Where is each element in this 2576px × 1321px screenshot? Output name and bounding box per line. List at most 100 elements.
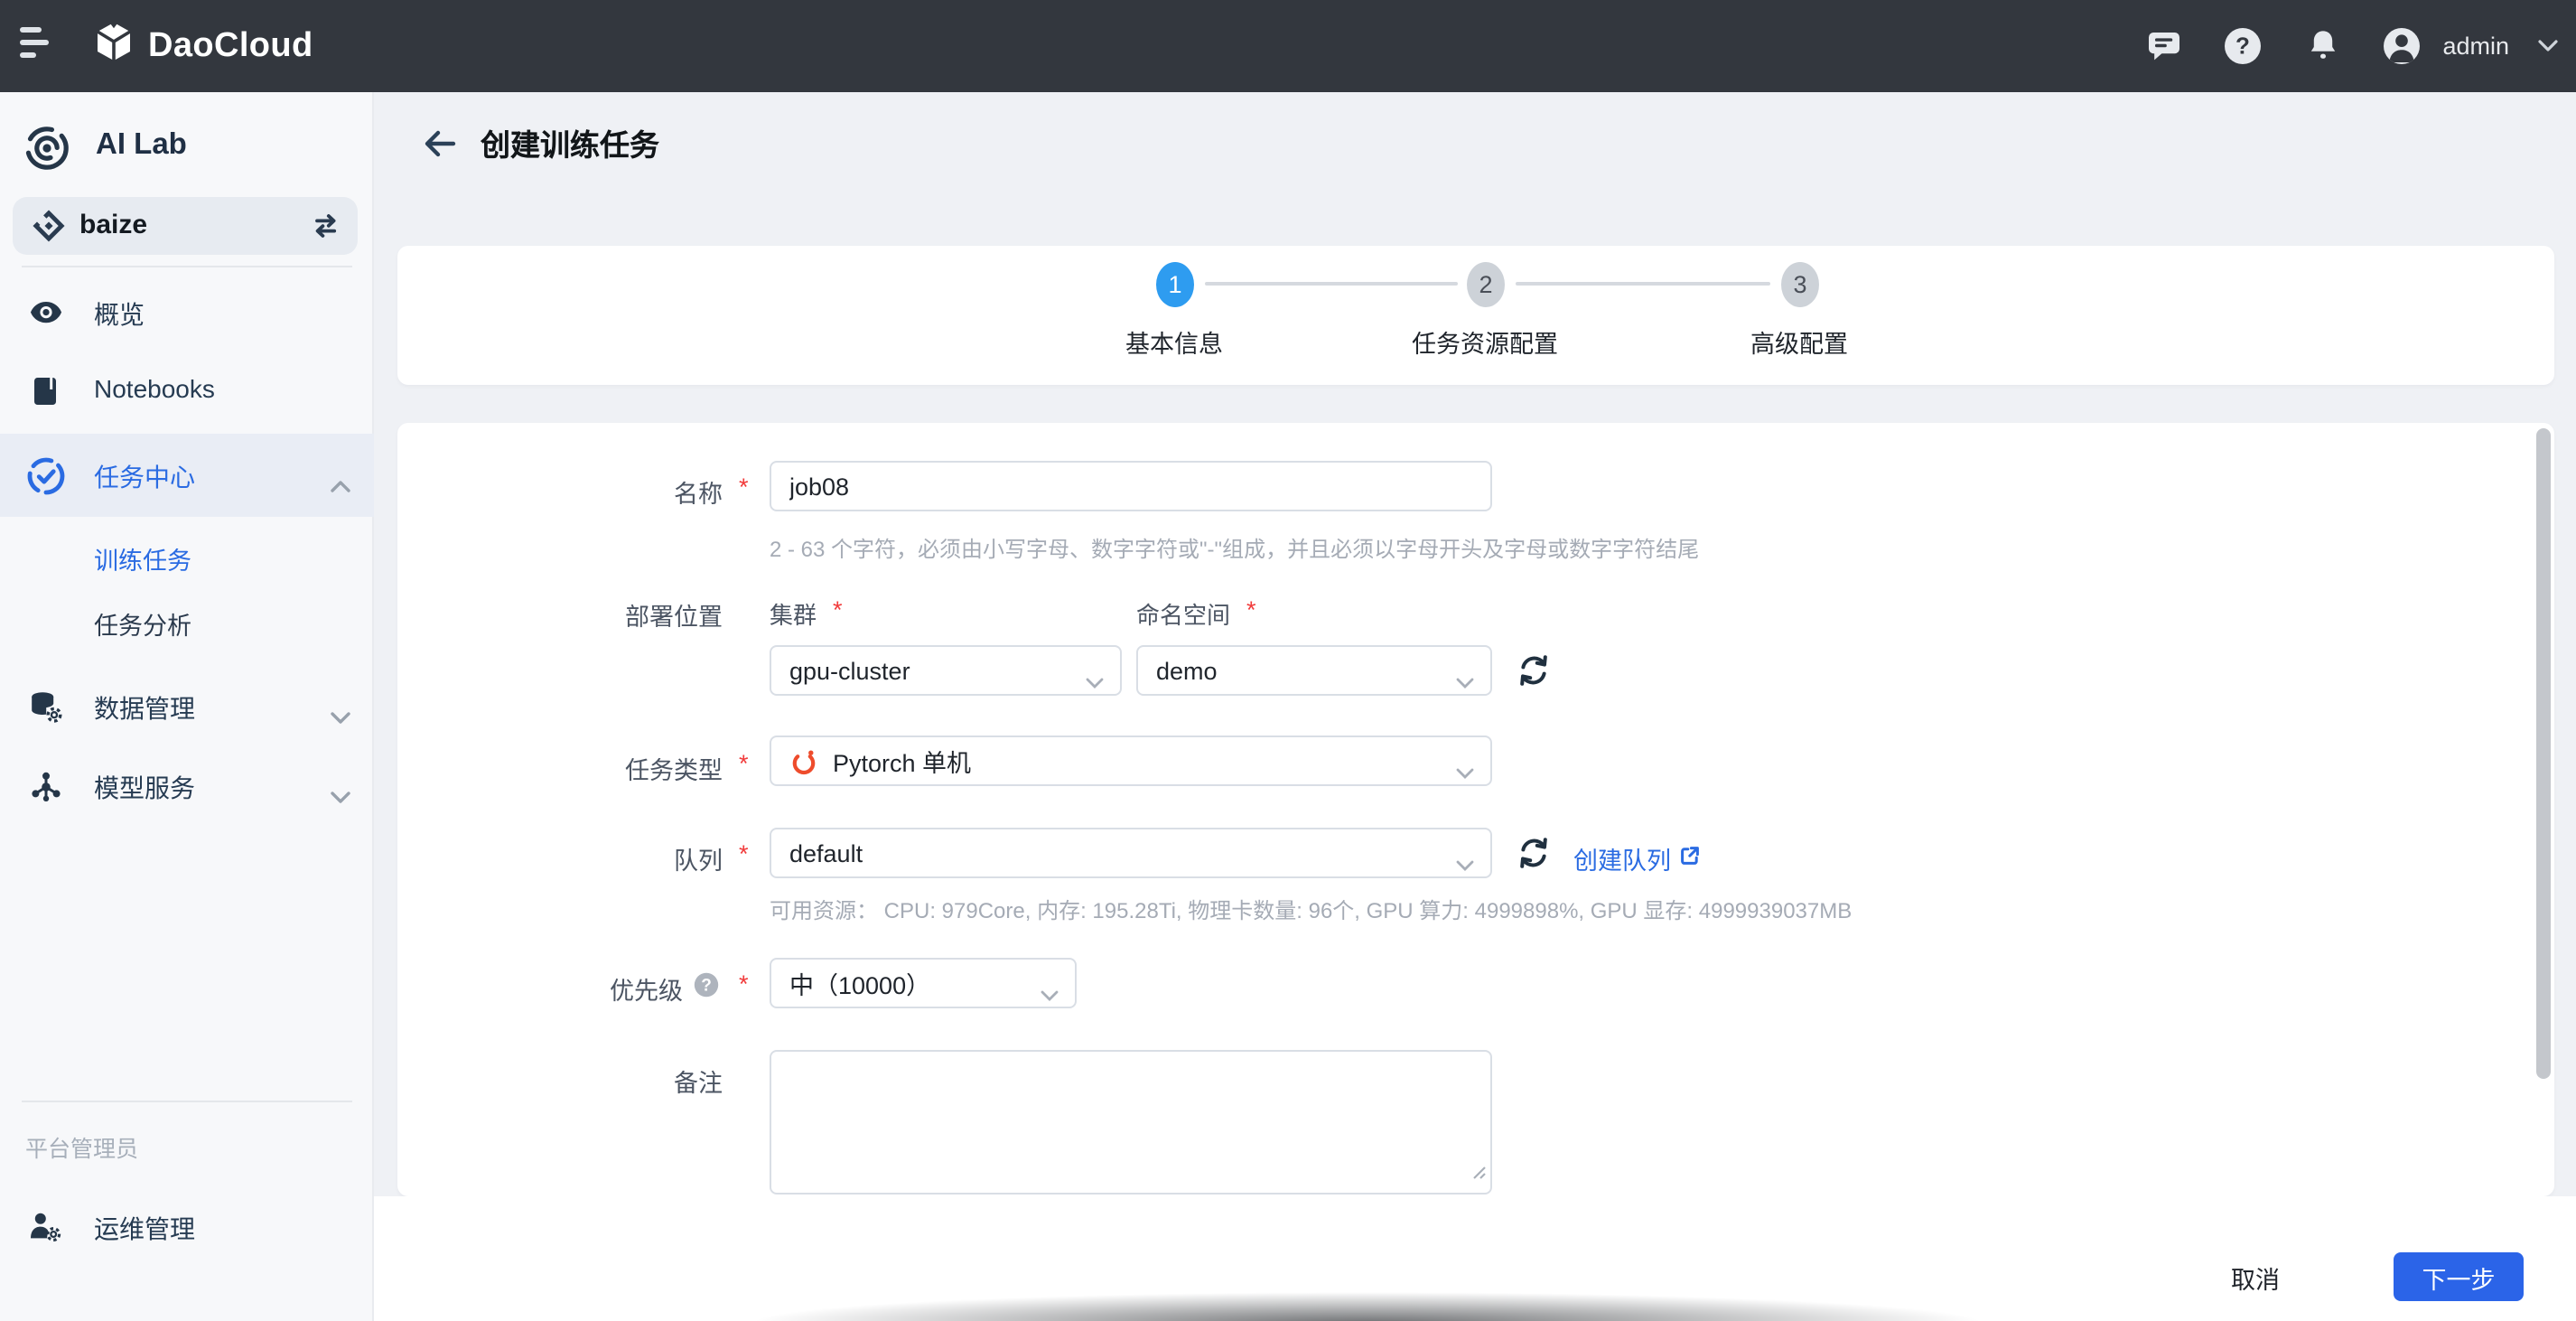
sidebar-divider — [22, 266, 352, 267]
job-type-select[interactable]: Pytorch 单机 — [770, 735, 1492, 786]
back-arrow-icon[interactable] — [419, 123, 459, 163]
select-chevron-icon — [1086, 667, 1104, 694]
eye-icon — [23, 291, 67, 334]
notifications-bell-icon[interactable] — [2303, 27, 2341, 65]
hamburger-menu-icon[interactable] — [20, 23, 60, 67]
sidebar-item-label: 数据管理 — [94, 690, 195, 726]
step-connector — [1205, 282, 1458, 286]
bottom-edge-shadow — [753, 1292, 1982, 1321]
workspace-icon — [33, 210, 65, 251]
sidebar-subitem-training-tasks[interactable]: 训练任务 — [0, 524, 374, 589]
sidebar-item-data-management[interactable]: 数据管理 — [0, 670, 374, 743]
user-gear-icon — [23, 1205, 67, 1249]
sidebar-subitem-task-analysis[interactable]: 任务分析 — [0, 589, 374, 654]
chevron-down-icon[interactable] — [331, 701, 350, 734]
svg-text:?: ? — [2235, 33, 2250, 60]
name-label: 名称 — [397, 473, 723, 510]
required-asterisk: * — [739, 473, 749, 501]
sidebar: AI Lab baize — [0, 92, 374, 1321]
name-input[interactable] — [770, 461, 1492, 511]
priority-help-icon[interactable]: ? — [694, 972, 719, 1007]
brand-logo[interactable]: DaoCloud — [92, 0, 313, 92]
user-chevron-down-icon[interactable] — [2534, 27, 2560, 65]
sidebar-item-notebooks[interactable]: Notebooks — [0, 354, 374, 426]
select-chevron-icon — [1456, 849, 1474, 876]
daocloud-cube-icon — [92, 20, 135, 72]
svg-text:?: ? — [701, 977, 712, 996]
next-step-button[interactable]: 下一步 — [2394, 1252, 2524, 1301]
sidebar-item-model-services[interactable]: 模型服务 — [0, 750, 374, 822]
sidebar-item-ops-management[interactable]: 运维管理 — [0, 1191, 374, 1263]
step-1-label: 基本信息 — [1066, 323, 1283, 360]
required-asterisk: * — [1246, 596, 1256, 623]
app: DaoCloud ? — [0, 0, 2576, 1321]
chat-icon[interactable] — [2144, 27, 2182, 65]
step-3-circle[interactable]: 3 — [1781, 262, 1819, 307]
create-queue-link[interactable]: 创建队列 — [1573, 840, 1702, 876]
chevron-down-icon[interactable] — [331, 781, 350, 813]
step-1-circle[interactable]: 1 — [1156, 262, 1194, 307]
sidebar-item-label: Notebooks — [94, 374, 215, 403]
sidebar-item-label: 运维管理 — [94, 1211, 195, 1247]
queue-resources-help-text: 可用资源： CPU: 979Core, 内存: 195.28Ti, 物理卡数量:… — [770, 895, 1852, 925]
priority-label: 优先级 — [397, 970, 683, 1007]
workspace-selector[interactable]: baize — [13, 197, 358, 255]
sidebar-item-label: 概览 — [94, 296, 145, 333]
sidebar-item-overview[interactable]: 概览 — [0, 276, 374, 349]
stepper-card: 1 2 3 基本信息 任务资源配置 高级配置 — [397, 246, 2554, 385]
step-2-label: 任务资源配置 — [1377, 323, 1593, 360]
model-nodes-icon — [23, 764, 67, 808]
required-asterisk: * — [739, 840, 749, 867]
basic-info-form-card: 名称 * 2 - 63 个字符，必须由小写字母、数字字符或"-"组成，并且必须以… — [397, 423, 2554, 1196]
avatar[interactable] — [2383, 27, 2421, 65]
select-chevron-icon — [1456, 667, 1474, 694]
sidebar-subitem-label: 任务分析 — [94, 605, 191, 642]
cluster-label: 集群 — [770, 596, 817, 631]
cancel-button[interactable]: 取消 — [2209, 1252, 2301, 1301]
database-gear-icon — [23, 685, 67, 728]
pytorch-icon — [789, 748, 818, 782]
switch-workspace-icon[interactable] — [311, 213, 341, 248]
namespace-select[interactable]: demo — [1136, 645, 1492, 696]
queue-label: 队列 — [397, 840, 723, 876]
deploy-location-label: 部署位置 — [397, 596, 723, 632]
ai-lab-icon — [23, 125, 70, 181]
sidebar-divider — [22, 1101, 352, 1102]
main-content: 创建训练任务 1 2 3 基本信息 任务资源配置 高级配置 名称 * 2 - 6… — [374, 92, 2576, 1321]
name-help-text: 2 - 63 个字符，必须由小写字母、数字字符或"-"组成，并且必须以字母开头及… — [770, 533, 1699, 564]
sidebar-item-label: 任务中心 — [94, 459, 195, 495]
refresh-queue-icon[interactable] — [1517, 837, 1550, 869]
page-header: 创建训练任务 — [374, 116, 659, 170]
help-icon[interactable]: ? — [2224, 27, 2262, 65]
select-chevron-icon — [1456, 757, 1474, 784]
form-scrollbar-thumb[interactable] — [2536, 428, 2551, 1079]
step-2-circle[interactable]: 2 — [1467, 262, 1505, 307]
step-connector — [1516, 282, 1770, 286]
chevron-up-icon[interactable] — [331, 470, 350, 502]
select-chevron-icon — [1041, 979, 1059, 1007]
role-label: 平台管理员 — [25, 1129, 138, 1164]
external-link-icon — [1678, 844, 1702, 873]
refresh-namespace-icon[interactable] — [1517, 654, 1550, 687]
step-3-label: 高级配置 — [1691, 323, 1908, 360]
user-name[interactable]: admin — [2442, 33, 2509, 60]
required-asterisk: * — [833, 596, 843, 623]
footer-action-bar: 取消 下一步 — [374, 1196, 2576, 1321]
job-type-label: 任务类型 — [397, 750, 723, 786]
sidebar-item-task-center[interactable]: 任务中心 — [0, 434, 374, 517]
sidebar-product: AI Lab — [0, 116, 374, 181]
topbar: DaoCloud ? — [0, 0, 2576, 92]
topbar-right: ? admin — [2144, 0, 2560, 92]
workspace-name: baize — [79, 210, 147, 240]
queue-select[interactable]: default — [770, 828, 1492, 878]
namespace-label: 命名空间 — [1136, 596, 1230, 631]
brand-name: DaoCloud — [148, 26, 313, 66]
resize-handle-icon[interactable] — [1470, 1157, 1487, 1189]
notes-label: 备注 — [397, 1063, 723, 1099]
sidebar-subitem-label: 训练任务 — [94, 540, 191, 576]
book-icon — [23, 369, 67, 412]
notes-textarea[interactable] — [770, 1050, 1492, 1195]
priority-select[interactable]: 中（10000） — [770, 958, 1077, 1008]
sidebar-item-label: 模型服务 — [94, 770, 195, 806]
cluster-select[interactable]: gpu-cluster — [770, 645, 1122, 696]
